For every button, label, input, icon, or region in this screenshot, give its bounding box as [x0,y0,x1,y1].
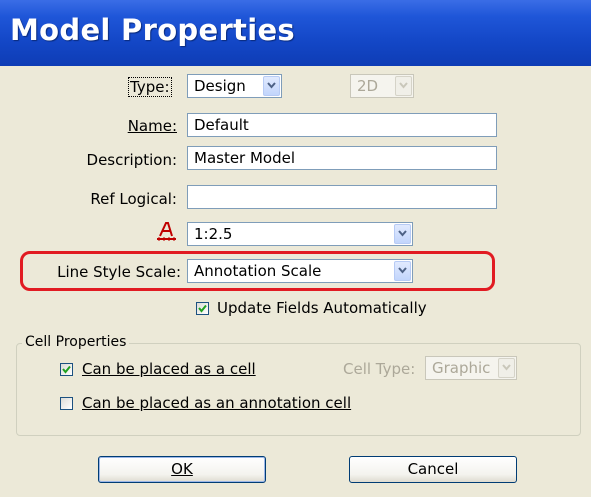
description-field[interactable]: Master Model [187,146,497,170]
ok-button-label: OK [171,460,193,478]
type-dropdown-button[interactable] [263,76,280,96]
type-label: Type: [128,77,172,97]
type-value: Design [194,77,246,95]
type-label-text: Type: [130,78,170,96]
description-label-text: Description: [86,151,177,169]
cell-type-dropdown-button[interactable] [498,358,515,378]
placed-as-annotation-label-text: Can be placed as an annotation cell [82,394,352,412]
name-value: Default [194,116,249,134]
name-label-text: Name: [127,117,177,135]
checkmark-icon [62,365,71,374]
ok-button[interactable]: OK [98,456,266,483]
line-style-scale-label: Line Style Scale: [57,263,181,281]
cell-type-label: Cell Type: [343,360,416,378]
chevron-down-icon [398,267,407,274]
chevron-down-icon [398,230,407,237]
line-style-scale-dropdown-button[interactable] [394,261,411,281]
name-field[interactable]: Default [187,113,497,137]
cell-type-value: Graphic [432,359,491,377]
chevron-down-icon [502,364,511,371]
cell-type-select[interactable]: Graphic [425,356,517,380]
ref-logical-field[interactable] [187,185,497,209]
annotation-scale-select[interactable]: 1:2.5 [187,222,413,246]
update-fields-label[interactable]: Update Fields Automatically [217,299,427,317]
name-label: Name: [128,117,177,135]
type-select[interactable]: Design [187,74,282,98]
annotation-scale-value: 1:2.5 [194,225,233,243]
annotation-scale-icon [157,222,176,241]
description-label: Description: [87,151,177,169]
dimension-value: 2D [357,77,379,95]
title-bar: Model Properties [0,0,591,66]
placed-as-annotation-label[interactable]: Can be placed as an annotation cell [82,394,351,412]
line-style-scale-label-text: Line Style Scale: [57,263,181,281]
cancel-button[interactable]: Cancel [349,456,517,483]
dimension-select[interactable]: 2D [350,74,414,98]
ref-logical-label-text: Ref Logical: [90,190,177,208]
dimension-dropdown-button[interactable] [395,76,412,96]
placed-as-cell-checkbox[interactable] [60,363,73,376]
chevron-down-icon [267,82,276,89]
window-title: Model Properties [10,13,295,47]
placed-as-annotation-checkbox[interactable] [60,397,73,410]
checkmark-icon [198,304,207,313]
cell-properties-legend: Cell Properties [22,333,130,351]
update-fields-checkbox[interactable] [196,302,209,315]
line-style-scale-select[interactable]: Annotation Scale [187,259,413,283]
placed-as-cell-label[interactable]: Can be placed as a cell [82,360,256,378]
placed-as-cell-label-text: Can be placed as a cell [82,360,256,378]
cancel-button-label: Cancel [407,460,459,478]
chevron-down-icon [399,82,408,89]
description-value: Master Model [194,149,296,167]
annotation-scale-dropdown-button[interactable] [394,224,411,244]
line-style-scale-value: Annotation Scale [194,262,322,280]
ref-logical-label: Ref Logical: [90,190,177,208]
